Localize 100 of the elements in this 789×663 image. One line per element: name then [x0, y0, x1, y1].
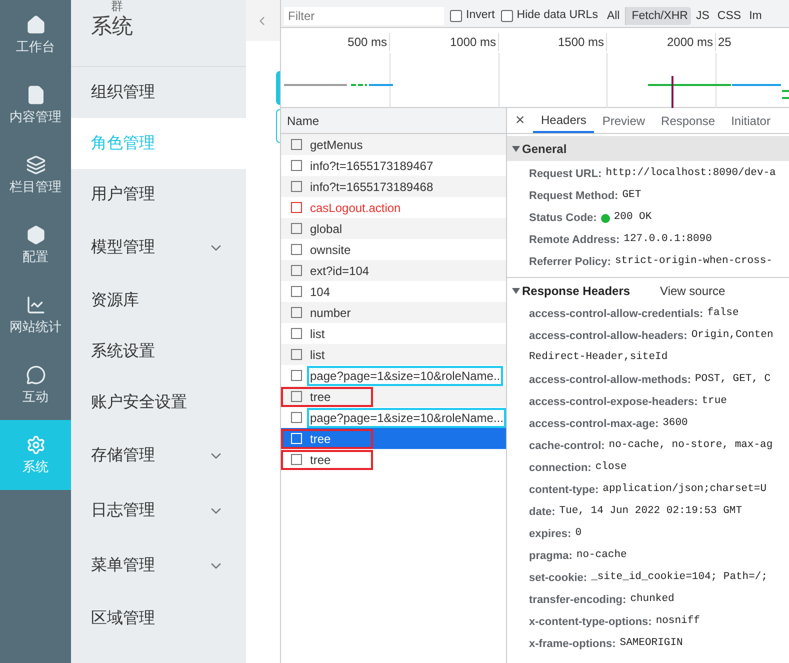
request-row[interactable]: getMenus [281, 134, 506, 155]
checkbox-icon[interactable] [291, 349, 302, 360]
type-filter[interactable]: Fetch/XHR [624, 7, 691, 25]
header-name: content-type: [529, 482, 599, 498]
type-filter[interactable]: All [604, 7, 623, 25]
checkbox-icon[interactable] [291, 370, 302, 381]
header-value: Redirect-Header,siteId [529, 350, 668, 366]
disclosure-triangle-icon[interactable] [512, 144, 520, 152]
checkbox-icon[interactable] [291, 265, 302, 276]
header-name: transfer-encoding: [529, 592, 626, 608]
header-value: application/json;charset=U [602, 482, 766, 498]
checkbox-icon[interactable] [291, 139, 302, 150]
checkbox-icon[interactable] [291, 160, 302, 171]
layers-icon [26, 155, 46, 175]
field-label: Remote Address: [529, 232, 620, 248]
header-name: access-control-allow-headers: [529, 328, 688, 344]
settings-icon [26, 435, 46, 455]
header-name: cache-control: [529, 438, 605, 454]
checkbox-icon[interactable] [291, 244, 302, 255]
header-name: x-frame-options: [529, 636, 616, 652]
menu-item[interactable]: 账户安全设置 [71, 377, 246, 428]
timeline-tick: 2000 ms [607, 33, 716, 51]
header-value: Tue, 14 Jun 2022 02:19:53 GMT [559, 504, 742, 520]
menu-item[interactable]: 菜单管理 [71, 538, 246, 593]
header-value: nosniff [656, 614, 700, 630]
header-value: chunked [630, 592, 674, 608]
header-name: set-cookie: [529, 570, 588, 586]
request-row[interactable]: tree [281, 428, 506, 449]
menu-item[interactable]: 模型管理 [71, 220, 246, 275]
home-icon [26, 15, 46, 35]
detail-tab[interactable]: Preview [594, 108, 654, 133]
request-row[interactable]: global [281, 218, 506, 239]
checkbox-icon[interactable] [291, 454, 302, 465]
checkbox-icon[interactable] [291, 391, 302, 402]
header-value: 0 [575, 526, 582, 542]
field-value: strict-origin-when-cross- [614, 254, 772, 270]
detail-tab[interactable]: Headers [533, 108, 594, 133]
field-label: Referrer Policy: [529, 254, 611, 270]
menu-item[interactable]: 存储管理 [71, 428, 246, 483]
field-value: GET [622, 188, 642, 204]
header-name: pragma: [529, 548, 572, 564]
checkbox-icon[interactable] [291, 412, 302, 423]
menu-item[interactable]: 日志管理 [71, 483, 246, 538]
sidebar-item[interactable]: 网站统计 [0, 280, 71, 350]
checkbox-icon[interactable] [291, 223, 302, 234]
menu-item[interactable]: 区域管理 [71, 593, 246, 644]
menu-item[interactable]: 组织管理 [71, 67, 246, 118]
menu-item[interactable]: 系统设置 [71, 326, 246, 377]
card-edge [276, 71, 280, 105]
checkbox-icon[interactable] [291, 307, 302, 318]
sidebar-label: 系统 [22, 459, 48, 475]
section-title: 系统 [91, 14, 134, 40]
request-row[interactable]: ext?id=104 [281, 260, 506, 281]
timeline-tick: 1500 ms [499, 33, 607, 51]
sidebar-item[interactable]: 配置 [0, 210, 71, 280]
detail-tab[interactable]: Initiator [723, 108, 778, 133]
timeline-tick: 1000 ms [390, 33, 499, 51]
field-value: 127.0.0.1:8090 [624, 232, 712, 248]
sidebar-item[interactable]: 互动 [0, 350, 71, 420]
close-button[interactable]: × [507, 108, 533, 132]
request-row[interactable]: list [281, 344, 506, 365]
header-value: true [702, 394, 727, 410]
request-row[interactable]: tree [281, 386, 506, 407]
section-header[interactable]: General [507, 136, 789, 161]
type-filter[interactable]: JS [692, 7, 712, 25]
request-row[interactable]: number [281, 302, 506, 323]
filter-field[interactable]: Filter [284, 7, 444, 25]
section-header[interactable]: Response Headers [512, 282, 630, 300]
type-filter[interactable]: CSS [714, 7, 744, 25]
checkbox-icon[interactable] [291, 202, 302, 213]
checkbox-icon[interactable] [291, 286, 302, 297]
filter-checkbox[interactable]: Hide data URLs [500, 7, 598, 25]
view-source-link[interactable]: View source [660, 282, 726, 300]
disclosure-triangle-icon[interactable] [512, 286, 520, 294]
header-value: _site_id_cookie=104; Path=/; [591, 570, 768, 586]
type-filter[interactable]: Im [746, 7, 765, 25]
sidebar-item[interactable]: 内容管理 [0, 70, 71, 140]
card-edge [276, 109, 280, 143]
header-name: date: [529, 504, 556, 520]
header-name: connection: [529, 460, 592, 476]
chat-bubbles-icon [26, 365, 46, 385]
checkbox-icon[interactable] [291, 328, 302, 339]
column-header[interactable]: Name [281, 108, 506, 134]
menu-item[interactable]: 用户管理 [71, 169, 246, 220]
filter-checkbox[interactable]: Invert [450, 7, 495, 25]
header-value: Origin,Conten [691, 328, 774, 344]
sidebar-item[interactable]: 栏目管理 [0, 140, 71, 210]
annotation-box: tree [281, 386, 373, 406]
document-icon [26, 85, 46, 105]
annotation-box: tree [281, 428, 373, 448]
header-value: no-cache [576, 548, 627, 564]
menu-item[interactable]: 资源库 [71, 275, 246, 326]
checkbox-icon[interactable] [291, 181, 302, 192]
sidebar-label: 互动 [22, 389, 48, 405]
sidebar-item[interactable]: 工作台 [0, 0, 71, 70]
detail-tab[interactable]: Response [653, 108, 724, 133]
header-name: access-control-max-age: [529, 416, 659, 432]
header-value: false [707, 306, 739, 322]
request-row[interactable]: info?t=1655173189468 [281, 176, 506, 197]
sidebar-label: 工作台 [16, 39, 55, 55]
